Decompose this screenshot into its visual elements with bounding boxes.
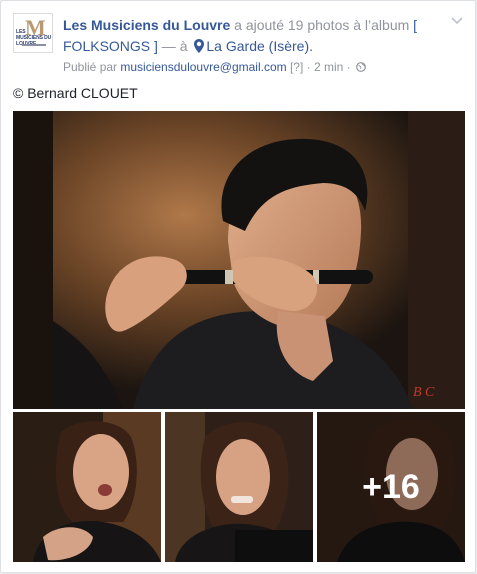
thumb-photo-3-more[interactable]: +16 xyxy=(317,412,465,562)
thumb-photo-1[interactable] xyxy=(13,412,161,562)
singer-image-2 xyxy=(165,412,313,562)
publisher-email-link[interactable]: musiciensdulouvre@gmail.com xyxy=(120,60,286,74)
action-text: a ajouté 19 photos à l’album xyxy=(230,17,414,33)
more-photos-overlay[interactable]: +16 xyxy=(317,412,465,562)
more-photos-count: +16 xyxy=(362,467,420,506)
post-caption: © Bernard CLOUET xyxy=(13,85,138,101)
post-headline: Les Musiciens du Louvre a ajouté 19 phot… xyxy=(63,15,453,57)
thumb-photo-2[interactable] xyxy=(165,412,313,562)
main-photo-flutist[interactable]: B C xyxy=(13,111,465,409)
post-header: M LES MUSICIENS DU LOUVRE Les Musiciens … xyxy=(13,13,463,74)
location-link[interactable]: La Garde (Isère). xyxy=(206,38,313,54)
post-meta: Publié par musiciensdulouvre@gmail.com [… xyxy=(63,60,366,74)
location-pin-icon xyxy=(194,39,205,53)
dash-text: — à xyxy=(157,38,192,54)
page-avatar[interactable]: M LES MUSICIENS DU LOUVRE xyxy=(13,13,53,53)
published-prefix: Publié par xyxy=(63,60,121,74)
photographer-watermark: B C xyxy=(413,385,435,400)
timestamp-link[interactable]: 2 min xyxy=(314,60,343,74)
avatar-logo-underline xyxy=(22,44,46,46)
chevron-down-icon[interactable] xyxy=(451,17,463,25)
help-link[interactable]: [?] · xyxy=(287,60,314,74)
author-link[interactable]: Les Musiciens du Louvre xyxy=(63,17,230,33)
flutist-image: B C xyxy=(13,111,465,409)
globe-icon[interactable] xyxy=(356,62,366,72)
post-card: M LES MUSICIENS DU LOUVRE Les Musiciens … xyxy=(0,0,476,573)
singer-image-1 xyxy=(13,412,161,562)
meta-separator: · xyxy=(343,60,354,74)
